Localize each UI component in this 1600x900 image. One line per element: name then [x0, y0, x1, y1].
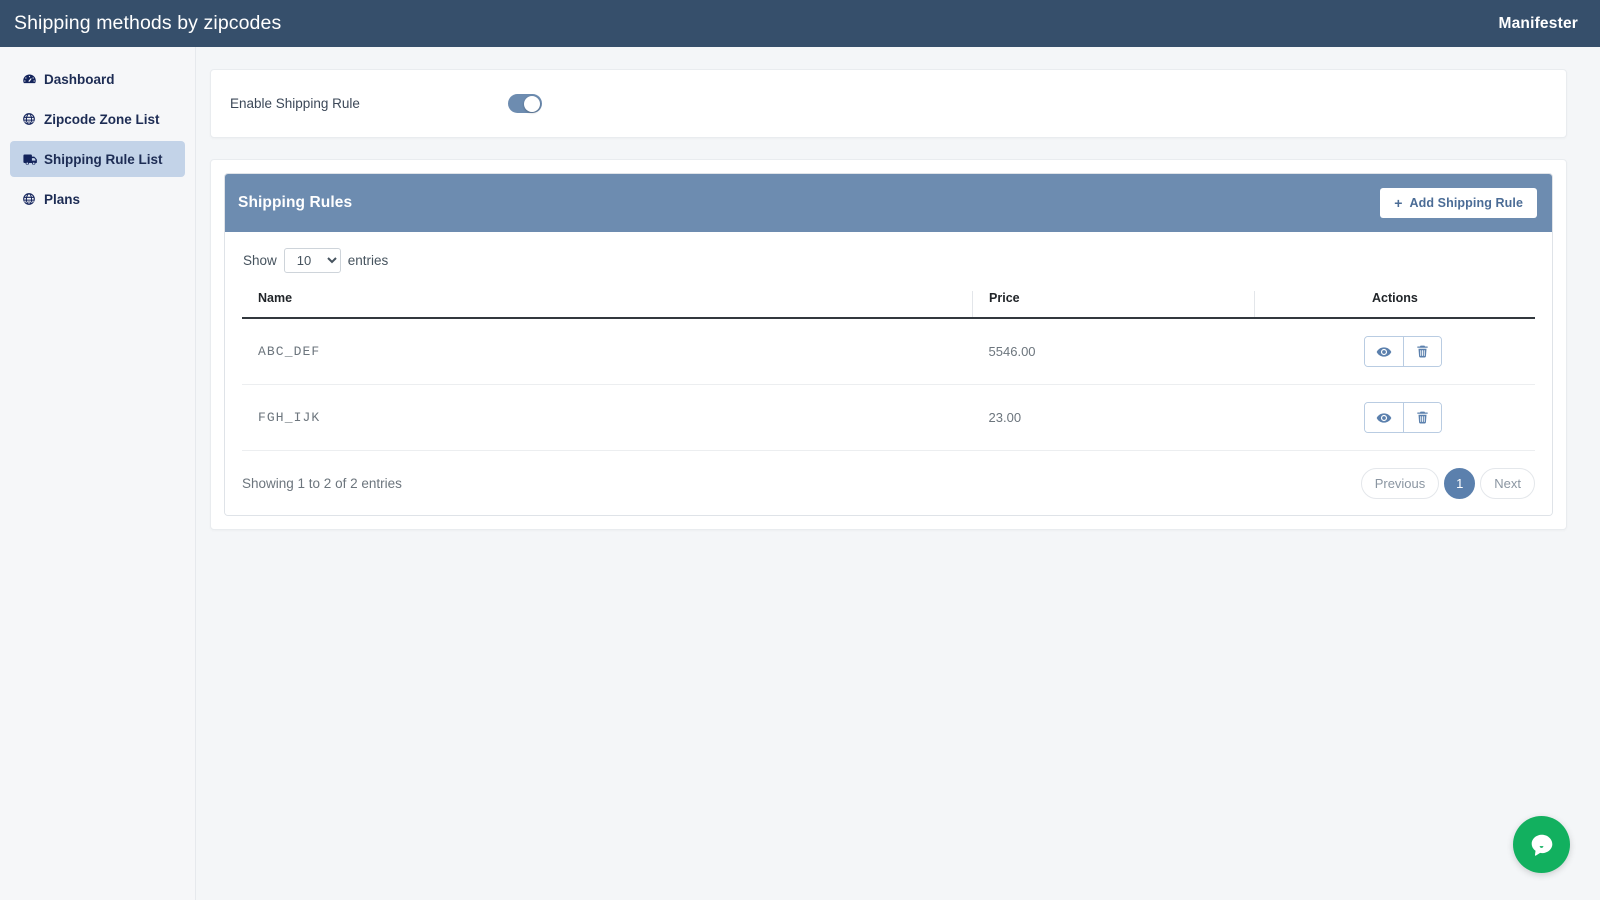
pagination: Previous 1 Next	[1360, 468, 1535, 499]
show-label: Show	[243, 253, 277, 268]
row-action-group	[1363, 402, 1442, 433]
column-header-actions: Actions	[1253, 291, 1535, 319]
globe-icon	[23, 113, 35, 125]
enable-shipping-rule-label: Enable Shipping Rule	[230, 96, 360, 111]
cell-price: 5546.00	[972, 318, 1255, 385]
pagination-page-1[interactable]: 1	[1444, 468, 1476, 499]
delete-button[interactable]	[1402, 403, 1441, 432]
table-length-control: Show 102550100 entries	[242, 248, 1535, 273]
cell-actions	[1254, 318, 1535, 385]
sidebar-item-label: Plans	[44, 191, 81, 207]
shipping-rules-title: Shipping Rules	[238, 194, 353, 211]
sidebar-item-plans[interactable]: Plans	[10, 181, 185, 217]
shipping-rules-panel-body: Show 102550100 entries Name Price Action…	[225, 232, 1552, 515]
view-icon	[1376, 346, 1392, 357]
column-header-name[interactable]: Name	[242, 291, 973, 319]
chat-widget-button[interactable]	[1513, 816, 1570, 873]
add-shipping-rule-button[interactable]: + Add Shipping Rule	[1380, 188, 1537, 218]
view-button[interactable]	[1364, 403, 1403, 432]
sidebar-item-shipping-rule-list[interactable]: Shipping Rule List	[10, 141, 185, 177]
sidebar-item-dashboard[interactable]: Dashboard	[10, 61, 185, 97]
shipping-rules-card: Shipping Rules + Add Shipping Rule Show …	[210, 159, 1567, 530]
dashboard-icon	[22, 72, 44, 87]
truck-icon	[23, 154, 37, 165]
sidebar-item-label: Dashboard	[44, 71, 115, 87]
table-info: Showing 1 to 2 of 2 entries	[242, 476, 402, 491]
plus-icon: +	[1394, 194, 1403, 211]
globe-icon	[23, 193, 35, 205]
cell-price: 23.00	[972, 384, 1255, 451]
cell-name: FGH_IJK	[242, 384, 973, 451]
shipping-rules-panel: Shipping Rules + Add Shipping Rule Show …	[224, 173, 1553, 516]
add-shipping-rule-label: Add Shipping Rule	[1409, 196, 1523, 210]
top-bar: Shipping methods by zipcodes Manifester	[0, 0, 1600, 47]
dashboard-icon	[23, 74, 36, 83]
sidebar: Dashboard Zipcode Zone List Shipping Rule …	[0, 47, 196, 900]
chat-bubble-icon	[1531, 834, 1552, 856]
globe-icon	[22, 112, 44, 126]
brand-label: Manifester	[1498, 14, 1578, 32]
shipping-rules-table: Name Price Actions ABC_DEF 5546.00 FGH_IJK…	[242, 291, 1535, 451]
globe-icon	[22, 192, 44, 206]
table-body: ABC_DEF 5546.00 FGH_IJK 23.00	[242, 318, 1535, 451]
sidebar-item-label: Zipcode Zone List	[44, 111, 160, 127]
toggle-knob	[524, 95, 540, 112]
page-length-select[interactable]: 102550100	[283, 248, 341, 273]
enable-shipping-rule-card: Enable Shipping Rule	[210, 69, 1567, 138]
page-title: Shipping methods by zipcodes	[14, 12, 282, 34]
enable-shipping-rule-toggle[interactable]	[508, 94, 542, 113]
truck-icon	[22, 151, 44, 168]
delete-button[interactable]	[1402, 337, 1441, 366]
cell-name: ABC_DEF	[242, 318, 973, 385]
column-header-price[interactable]: Price	[972, 291, 1255, 319]
pagination-previous[interactable]: Previous	[1360, 468, 1440, 499]
pagination-next[interactable]: Next	[1480, 468, 1535, 499]
entries-label: entries	[347, 253, 389, 268]
main-content: Enable Shipping Rule Shipping Rules + Ad…	[196, 47, 1600, 900]
row-action-group	[1363, 336, 1442, 367]
table-header-row: Name Price Actions	[242, 291, 1535, 319]
delete-icon	[1416, 411, 1428, 424]
sidebar-item-label: Shipping Rule List	[44, 151, 163, 167]
table-head: Name Price Actions	[242, 291, 1535, 319]
table-row: ABC_DEF 5546.00	[242, 318, 1535, 385]
view-icon	[1376, 412, 1392, 423]
sidebar-item-zipcode-zone-list[interactable]: Zipcode Zone List	[10, 101, 185, 137]
table-row: FGH_IJK 23.00	[242, 384, 1535, 451]
shipping-rules-panel-header: Shipping Rules + Add Shipping Rule	[225, 174, 1552, 232]
table-footer: Showing 1 to 2 of 2 entries Previous 1 N…	[242, 451, 1535, 499]
cell-actions	[1254, 384, 1535, 451]
delete-icon	[1416, 345, 1428, 358]
view-button[interactable]	[1364, 337, 1403, 366]
